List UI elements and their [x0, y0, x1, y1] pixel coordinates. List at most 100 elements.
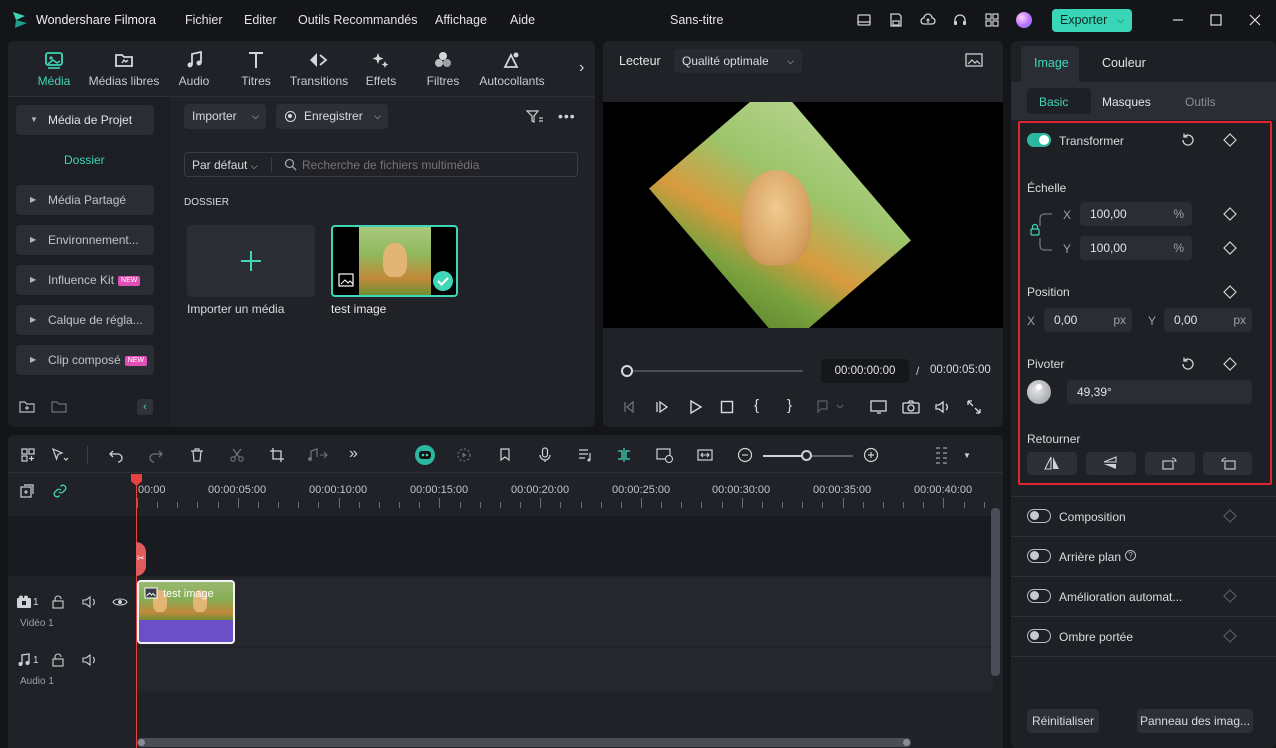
scale-x-field[interactable]: 100,00%	[1080, 202, 1192, 226]
keyframe-diamond-icon[interactable]	[1223, 629, 1237, 643]
zoom-in-icon[interactable]	[863, 447, 879, 463]
sidebar-item-influence-kit[interactable]: ▶ Influence Kit NEW	[16, 265, 154, 295]
close-icon[interactable]	[1247, 12, 1263, 28]
save-icon[interactable]	[888, 12, 904, 28]
camera-snapshot-icon[interactable]	[902, 399, 920, 415]
more-tools-icon[interactable]: »	[349, 445, 358, 463]
import-media-tile[interactable]	[187, 225, 315, 297]
eye-visibility-icon[interactable]	[112, 595, 128, 609]
stop-icon[interactable]	[719, 399, 735, 415]
flip-horizontal-button[interactable]	[1027, 452, 1077, 475]
apps-grid-icon[interactable]	[984, 12, 1000, 28]
record-button[interactable]: Enregistrer ⌵	[276, 104, 388, 129]
sort-dropdown[interactable]: Par défaut ⌵	[192, 158, 258, 172]
play-icon[interactable]	[687, 399, 703, 415]
menu-aide[interactable]: Aide	[510, 13, 535, 27]
rotate-field[interactable]: 49,39°	[1067, 380, 1252, 404]
headset-support-icon[interactable]	[952, 12, 968, 28]
menu-editer[interactable]: Editer	[244, 13, 277, 27]
audio-mixer-icon[interactable]	[577, 447, 593, 463]
next-frame-icon[interactable]	[654, 399, 670, 415]
insert-marker-icon[interactable]	[815, 399, 845, 415]
tab-filters[interactable]: Filtres	[403, 50, 483, 88]
reset-rotate-icon[interactable]	[1180, 356, 1196, 372]
microphone-icon[interactable]	[537, 447, 553, 463]
marker-icon[interactable]	[497, 447, 513, 463]
filter-sort-icon[interactable]	[526, 109, 544, 125]
split-scissors-icon[interactable]	[229, 447, 245, 463]
background-toggle[interactable]	[1027, 549, 1051, 563]
composition-toggle[interactable]	[1027, 509, 1051, 523]
rotate-counterclockwise-button[interactable]	[1203, 452, 1252, 475]
position-y-field[interactable]: 0,00 px	[1164, 308, 1252, 332]
tab-color[interactable]: Couleur	[1102, 56, 1146, 70]
more-options-icon[interactable]: •••	[558, 108, 576, 124]
mute-track-icon[interactable]	[82, 653, 98, 667]
tab-stickers[interactable]: Autocollants	[472, 50, 552, 88]
link-icon[interactable]	[52, 483, 68, 499]
flip-vertical-button[interactable]	[1086, 452, 1136, 475]
rotate-clockwise-button[interactable]	[1145, 452, 1195, 475]
minimize-icon[interactable]	[1170, 12, 1186, 28]
undo-icon[interactable]	[108, 447, 124, 463]
keyframe-diamond-icon[interactable]	[1223, 509, 1237, 523]
zoom-slider-knob[interactable]	[801, 450, 812, 461]
sidebar-item-compound-clip[interactable]: ▶ Clip composé NEW	[16, 345, 154, 375]
volume-icon[interactable]	[934, 399, 952, 415]
select-tool-icon[interactable]	[51, 447, 69, 463]
timeline-clip[interactable]: test image	[137, 580, 235, 644]
mark-out-icon[interactable]: }	[787, 397, 792, 414]
playback-progress-track[interactable]	[627, 370, 803, 372]
fit-timeline-icon[interactable]	[697, 447, 713, 463]
reset-transform-icon[interactable]	[1180, 132, 1196, 148]
cloud-upload-icon[interactable]	[920, 12, 936, 28]
keyframe-diamond-icon[interactable]	[1223, 241, 1237, 255]
tab-media[interactable]: Média	[14, 50, 94, 88]
rotate-dial[interactable]	[1027, 380, 1051, 404]
quality-dropdown[interactable]: Qualité optimale ⌵	[674, 49, 802, 73]
vertical-scrollbar[interactable]	[991, 508, 1000, 676]
snap-magnet-icon[interactable]	[616, 447, 632, 463]
fullscreen-icon[interactable]	[966, 399, 982, 415]
search-input[interactable]	[302, 155, 572, 175]
subtab-masks[interactable]: Masques	[1102, 95, 1151, 109]
lock-track-icon[interactable]	[51, 595, 65, 609]
zoom-out-icon[interactable]	[737, 447, 753, 463]
audio-stretch-icon[interactable]	[305, 447, 329, 463]
display-settings-icon[interactable]	[870, 399, 888, 415]
collapse-sidebar-button[interactable]: ‹	[137, 399, 153, 415]
user-avatar[interactable]	[1016, 12, 1032, 28]
current-time[interactable]: 00:00:00:00	[821, 359, 909, 383]
mark-in-icon[interactable]: {	[754, 397, 759, 414]
playhead-side-tab[interactable]: ✂	[136, 542, 146, 576]
render-preview-icon[interactable]	[456, 447, 472, 463]
horizontal-scrollbar[interactable]	[137, 738, 911, 747]
track-height-grid-icon[interactable]	[934, 445, 950, 465]
playback-scrubber[interactable]	[621, 365, 633, 377]
export-button[interactable]: Exporter ⌵	[1052, 9, 1132, 32]
layout-switch-icon[interactable]	[20, 447, 36, 463]
media-clip-thumbnail[interactable]	[331, 225, 458, 297]
subtab-tools[interactable]: Outils	[1185, 95, 1216, 109]
lock-track-icon[interactable]	[51, 653, 65, 667]
help-icon[interactable]: ?	[1125, 550, 1136, 561]
import-button[interactable]: Importer ⌵	[184, 104, 266, 129]
chevron-down-icon[interactable]: ▼	[963, 451, 971, 460]
auto-enhance-toggle[interactable]	[1027, 589, 1051, 603]
position-x-field[interactable]: 0,00 px	[1044, 308, 1132, 332]
scale-y-field[interactable]: 100,00%	[1080, 236, 1192, 260]
sidebar-item-project-media[interactable]: ▼ Média de Projet	[16, 105, 154, 135]
crop-icon[interactable]	[269, 447, 285, 463]
snapshot-view-icon[interactable]	[964, 52, 984, 68]
redo-icon[interactable]	[148, 447, 164, 463]
mute-track-icon[interactable]	[82, 595, 98, 609]
sidebar-item-environment[interactable]: ▶ Environnement...	[16, 225, 154, 255]
keyframe-diamond-icon[interactable]	[1223, 285, 1237, 299]
menu-outils-recommandes[interactable]: Outils Recommandés	[298, 13, 418, 27]
timeline-ruler[interactable]	[137, 498, 994, 510]
menu-fichier[interactable]: Fichier	[185, 13, 223, 27]
folder-icon[interactable]	[51, 399, 67, 415]
maximize-icon[interactable]	[1208, 12, 1224, 28]
ai-copilot-icon[interactable]	[415, 445, 435, 465]
add-track-icon[interactable]	[19, 483, 35, 499]
